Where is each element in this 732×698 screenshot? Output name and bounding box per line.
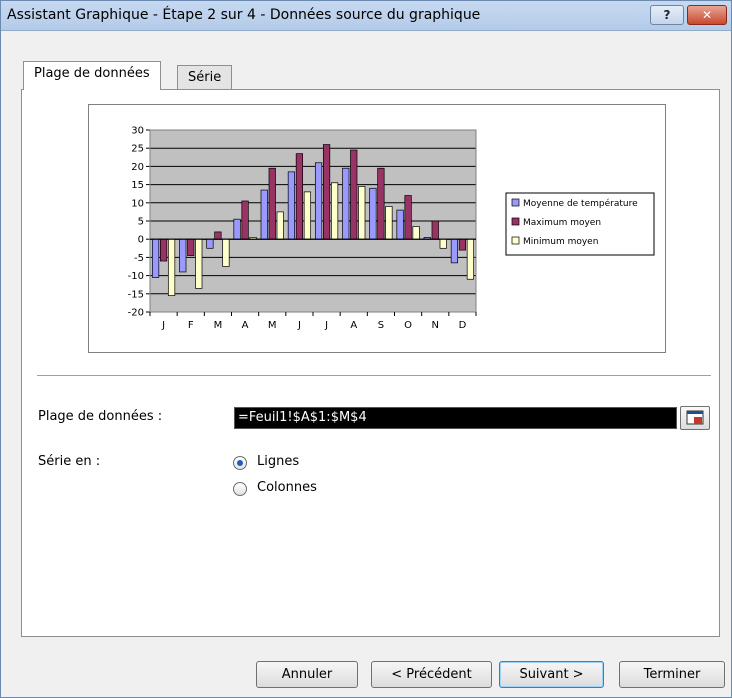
y-tick-label: 10: [131, 198, 144, 209]
finish-button[interactable]: Terminer: [619, 661, 725, 688]
y-tick-label: -10: [128, 271, 144, 282]
bar: [206, 238, 214, 249]
bar: [377, 167, 385, 240]
bar: [287, 171, 296, 240]
x-tick-label: N: [432, 320, 439, 331]
close-icon: ✕: [701, 8, 713, 22]
chart-preview: 30 25 20 15 10 5 0 -5 -10 -15 -20 J F M A M J J A S O N D Moyen…: [88, 104, 666, 353]
bar: [369, 187, 377, 240]
bar: [303, 191, 312, 240]
chart-svg: 30 25 20 15 10 5 0 -5 -10 -15 -20 J F M A M J J A S O N D Moyen…: [128, 126, 655, 331]
range-select-icon: [686, 410, 704, 425]
bar: [167, 238, 176, 296]
title-bar[interactable]: Assistant Graphique - Étape 2 sur 4 - Do…: [1, 1, 731, 31]
x-tick-label: J: [297, 320, 301, 331]
collapse-range-button[interactable]: [680, 406, 710, 430]
legend-label: Moyenne de température: [523, 198, 638, 209]
x-tick-label: J: [161, 320, 165, 331]
bar: [439, 238, 447, 249]
radio-selected-dot: [237, 460, 243, 466]
bar: [342, 167, 350, 240]
bar: [412, 226, 420, 240]
data-range-input[interactable]: =Feuil1!$A$1:$M$4: [234, 407, 677, 429]
bar: [276, 211, 284, 240]
x-tick-label: J: [324, 320, 328, 331]
bar: [458, 238, 467, 251]
y-tick-label: 15: [131, 180, 144, 191]
bar: [179, 238, 187, 273]
radio-colonnes[interactable]: [233, 482, 247, 496]
y-tick-label: 20: [131, 162, 144, 173]
close-button[interactable]: ✕: [687, 5, 727, 25]
x-tick-label: O: [404, 320, 412, 331]
y-tick-label: 25: [131, 144, 144, 155]
separator: [37, 375, 711, 376]
y-tick-label: 0: [138, 235, 144, 246]
legend-label: Minimum moyen: [523, 237, 598, 247]
tab-plage-de-donnees[interactable]: Plage de données: [23, 61, 161, 90]
radio-lignes-label[interactable]: Lignes: [257, 454, 299, 469]
legend-swatch: [511, 236, 520, 245]
legend-swatch: [511, 217, 520, 226]
radio-lignes[interactable]: [233, 456, 247, 470]
previous-button[interactable]: < Précédent: [371, 661, 492, 688]
bar: [314, 162, 323, 240]
bar: [195, 238, 203, 289]
y-tick-label: 30: [131, 126, 144, 137]
dialog-window: Assistant Graphique - Étape 2 sur 4 - Do…: [0, 0, 732, 698]
bar: [330, 182, 339, 240]
bar: [385, 206, 393, 240]
bar: [350, 149, 358, 240]
cancel-button[interactable]: Annuler: [256, 661, 358, 688]
legend-swatch: [511, 198, 520, 207]
bar: [233, 218, 241, 240]
bar: [295, 153, 304, 240]
bar: [187, 238, 195, 256]
series-in-label: Série en :: [38, 454, 101, 469]
bar: [358, 186, 366, 240]
x-tick-label: M: [214, 320, 223, 331]
x-tick-label: F: [188, 320, 194, 331]
bar: [222, 238, 230, 267]
x-tick-label: S: [378, 320, 384, 331]
bar: [396, 209, 404, 240]
bar: [431, 220, 439, 240]
radio-colonnes-label[interactable]: Colonnes: [257, 480, 317, 495]
range-label: Plage de données :: [38, 409, 163, 424]
bar: [268, 167, 276, 240]
bar: [241, 200, 249, 240]
window-title: Assistant Graphique - Étape 2 sur 4 - Do…: [7, 7, 481, 23]
bar: [260, 189, 268, 240]
x-tick-label: A: [242, 320, 249, 331]
bar: [322, 144, 331, 240]
legend-label: Maximum moyen: [523, 218, 601, 228]
bar: [466, 238, 475, 280]
help-button[interactable]: ?: [650, 5, 684, 25]
x-tick-label: A: [350, 320, 357, 331]
bar: [450, 238, 459, 264]
y-tick-label: -5: [134, 253, 144, 264]
x-tick-label: D: [459, 320, 467, 331]
next-button[interactable]: Suivant >: [499, 661, 604, 688]
bar: [151, 238, 160, 278]
y-tick-label: -20: [128, 308, 144, 319]
y-tick-label: 5: [138, 217, 144, 228]
bar: [159, 238, 168, 262]
bar: [214, 231, 222, 240]
x-tick-label: M: [268, 320, 277, 331]
y-tick-label: -15: [128, 289, 144, 300]
bar: [404, 195, 412, 240]
tab-serie[interactable]: Série: [177, 65, 233, 91]
help-icon: ?: [663, 8, 671, 22]
